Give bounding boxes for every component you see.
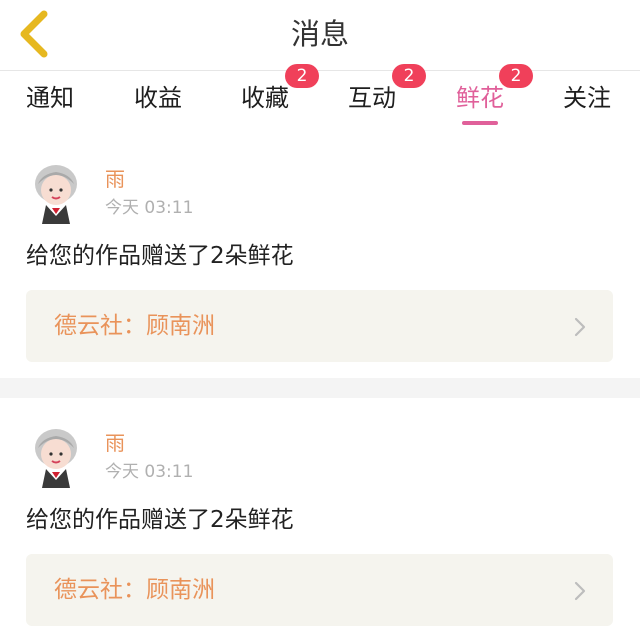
work-title: 德云社：顾南洲 [54,313,215,339]
tab-interactions-badge: 2 [392,64,426,88]
tab-bar: 通知 收益 收藏 互动 鲜花 关注 [0,71,640,131]
section-divider [0,378,640,398]
message-time: 今天 03:11 [105,198,194,218]
work-title: 德云社：顾南洲 [54,577,215,603]
sender-name[interactable]: 雨 [105,166,125,192]
tab-favorites-badge: 2 [285,64,319,88]
message-text: 给您的作品赠送了2朵鲜花 [26,507,294,533]
message-time: 今天 03:11 [105,462,194,482]
tab-flowers-badge: 2 [499,64,533,88]
tab-flowers[interactable]: 鲜花 [456,81,504,115]
active-tab-indicator [462,121,498,125]
tab-earnings[interactable]: 收益 [134,81,182,115]
chevron-right-icon [574,317,586,337]
tab-follows[interactable]: 关注 [563,81,611,115]
work-link[interactable]: 德云社：顾南洲 [26,290,613,362]
avatar[interactable] [30,162,82,224]
header-bar: 消息 [0,0,640,71]
tab-favorites[interactable]: 收藏 [241,81,289,115]
avatar[interactable] [30,426,82,488]
page-title: 消息 [290,17,349,51]
message-text: 给您的作品赠送了2朵鲜花 [26,243,294,269]
chevron-right-icon [574,581,586,601]
work-link[interactable]: 德云社：顾南洲 [26,554,613,626]
tab-interactions[interactable]: 互动 [348,81,396,115]
tab-notifications[interactable]: 通知 [26,81,74,115]
sender-name[interactable]: 雨 [105,430,125,456]
